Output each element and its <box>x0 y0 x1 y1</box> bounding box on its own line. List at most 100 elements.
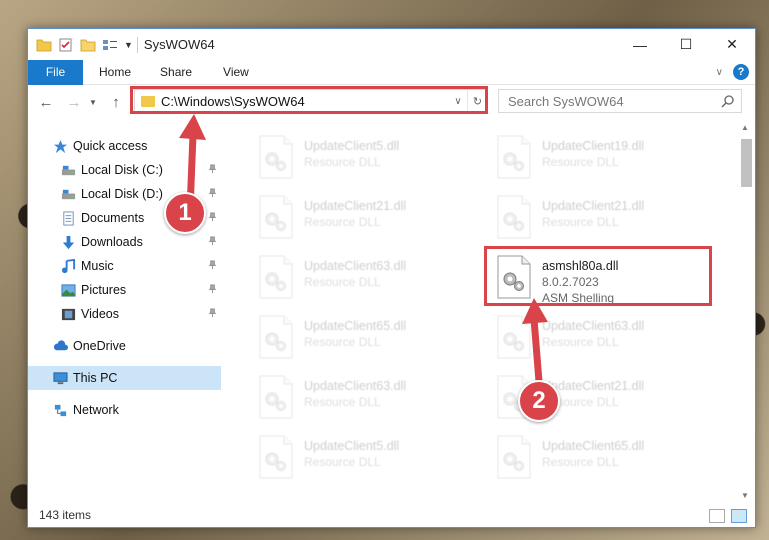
explorer-window: ▼ SysWOW64 — ☐ ✕ File Home Share View ∨ … <box>27 28 756 528</box>
sidebar-item-label: Music <box>81 259 114 273</box>
file-name: UpdateClient5.dll <box>304 139 400 153</box>
sidebar-item-music[interactable]: Music <box>28 254 221 278</box>
file-description: Resource DLL <box>542 215 619 229</box>
file-name: UpdateClient65.dll <box>304 319 407 333</box>
file-description: Resource DLL <box>304 275 381 289</box>
dll-file-icon <box>496 195 532 239</box>
drive-icon <box>60 162 76 178</box>
file-item[interactable]: UpdateClient19.dll Resource DLL <box>486 131 706 185</box>
file-item[interactable]: UpdateClient63.dll Resource DLL <box>248 371 468 425</box>
pin-icon[interactable] <box>208 308 217 320</box>
sidebar-item-label: Local Disk (D:) <box>81 187 163 201</box>
navigation-row: ← → ▼ ↑ C:\Windows\SysWOW64 ∨ ↻ Search S… <box>28 86 755 118</box>
search-input[interactable]: Search SysWOW64 <box>498 89 742 113</box>
tab-share[interactable]: Share <box>146 65 207 79</box>
close-button[interactable]: ✕ <box>709 29 755 60</box>
quick-access-toolbar: ▼ <box>36 38 133 52</box>
pin-icon[interactable] <box>208 284 217 296</box>
star-icon <box>52 138 68 154</box>
file-description: Resource DLL <box>304 155 381 169</box>
back-button[interactable]: ← <box>34 94 58 111</box>
sidebar-item-this-pc[interactable]: This PC <box>28 366 221 390</box>
tiles-view-icon[interactable] <box>731 509 747 523</box>
search-placeholder: Search SysWOW64 <box>508 93 624 109</box>
forward-button[interactable]: → <box>62 94 86 111</box>
network-icon <box>52 402 68 418</box>
file-name: UpdateClient5.dll <box>304 439 400 453</box>
dll-file-icon <box>258 195 294 239</box>
view-buttons <box>709 509 747 523</box>
sidebar-item-label: Local Disk (C:) <box>81 163 163 177</box>
scroll-down-icon[interactable]: ▼ <box>738 489 752 503</box>
file-item[interactable]: UpdateClient63.dll Resource DLL <box>248 251 468 305</box>
ribbon-right: ∨ ? <box>716 64 749 80</box>
file-item[interactable]: UpdateClient5.dll Resource DLL <box>248 431 468 485</box>
step-badge-1: 1 <box>164 192 206 234</box>
file-item[interactable]: UpdateClient21.dll Resource DLL <box>248 191 468 245</box>
file-description: Resource DLL <box>304 395 381 409</box>
sidebar-item-videos[interactable]: Videos <box>28 302 221 326</box>
sidebar-item-label: Quick access <box>73 139 148 153</box>
cloud-icon <box>52 338 68 354</box>
file-name: UpdateClient63.dll <box>304 259 407 273</box>
download-icon <box>60 234 76 250</box>
dll-file-icon <box>258 435 294 479</box>
tab-file[interactable]: File <box>28 59 83 85</box>
ribbon-tabs: File Home Share View ∨ ? <box>28 59 755 85</box>
file-item[interactable]: UpdateClient21.dll Resource DLL <box>486 191 706 245</box>
maximize-button[interactable]: ☐ <box>663 29 709 60</box>
tab-view[interactable]: View <box>207 65 264 79</box>
scroll-up-icon[interactable]: ▲ <box>738 121 752 135</box>
file-description: Resource DLL <box>304 215 381 229</box>
sidebar-item-label: Network <box>73 403 119 417</box>
up-button[interactable]: ↑ <box>104 94 128 111</box>
file-name: UpdateClient21.dll <box>304 199 407 213</box>
pin-icon[interactable] <box>208 236 217 248</box>
new-folder-icon[interactable] <box>80 38 96 52</box>
sidebar-item-onedrive[interactable]: OneDrive <box>28 334 221 358</box>
file-name: UpdateClient63.dll <box>304 379 407 393</box>
window-title: SysWOW64 <box>143 37 215 52</box>
sidebar-item-label: Pictures <box>81 283 127 297</box>
status-bar: 143 items <box>28 503 755 527</box>
file-name: UpdateClient21.dll <box>542 199 645 213</box>
dll-file-icon <box>496 435 532 479</box>
dll-file-icon <box>496 135 532 179</box>
videos-icon <box>60 306 76 322</box>
file-item[interactable]: UpdateClient5.dll Resource DLL <box>248 131 468 185</box>
step-badge-2: 2 <box>518 380 560 422</box>
file-item[interactable]: UpdateClient65.dll Resource DLL <box>248 311 468 365</box>
file-name: UpdateClient65.dll <box>542 439 645 453</box>
pictures-icon <box>60 282 76 298</box>
file-description: Resource DLL <box>542 155 619 169</box>
scroll-thumb[interactable] <box>741 139 752 187</box>
file-description: Resource DLL <box>304 335 381 349</box>
music-icon <box>60 258 76 274</box>
computer-icon <box>52 370 68 386</box>
dll-file-icon <box>258 315 294 359</box>
tab-home[interactable]: Home <box>83 65 146 79</box>
minimize-button[interactable]: — <box>617 29 663 60</box>
sidebar-item-label: OneDrive <box>73 339 126 353</box>
title-separator <box>136 36 138 53</box>
pin-icon[interactable] <box>208 260 217 272</box>
file-item[interactable]: UpdateClient65.dll Resource DLL <box>486 431 706 485</box>
properties-icon[interactable] <box>58 38 74 52</box>
sidebar-item-label: Documents <box>81 211 145 225</box>
sidebar-item-network[interactable]: Network <box>28 398 221 422</box>
dll-file-icon <box>258 255 294 299</box>
search-icon[interactable] <box>721 94 735 108</box>
sidebar-item-pictures[interactable]: Pictures <box>28 278 221 302</box>
file-list: UpdateClient5.dll Resource DLL UpdateClien… <box>248 121 738 511</box>
item-count: 143 items <box>39 508 92 522</box>
recent-locations-icon[interactable]: ▼ <box>86 98 100 107</box>
details-view-icon[interactable] <box>709 509 725 523</box>
expand-ribbon-icon[interactable]: ∨ <box>716 67 723 78</box>
chevron-down-icon[interactable]: ▼ <box>124 40 133 50</box>
folder-icon[interactable] <box>36 38 52 52</box>
sidebar-item-label: Downloads <box>81 235 143 249</box>
vertical-scrollbar[interactable]: ▲ ▼ <box>738 121 752 503</box>
sidebar-item-downloads[interactable]: Downloads <box>28 230 221 254</box>
help-icon[interactable]: ? <box>733 64 749 80</box>
customize-view-icon[interactable] <box>102 38 118 52</box>
